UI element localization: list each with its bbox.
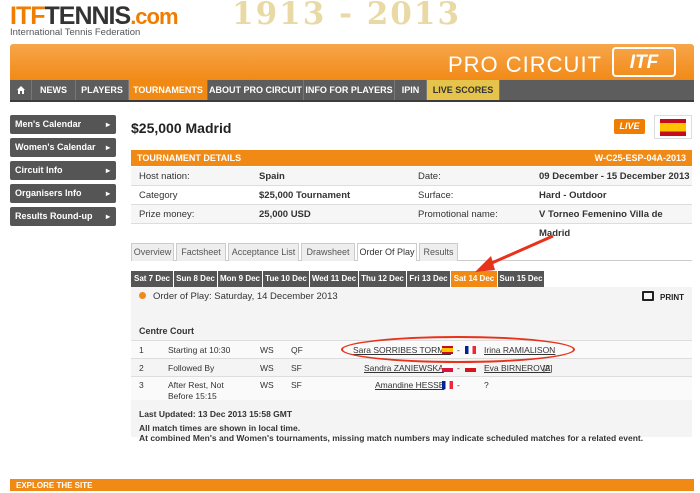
sidebar: Men's Calendar ▸ Women's Calendar ▸ Circui… [10,115,116,230]
nav-players[interactable]: PLAYERS [76,80,129,100]
tournament-tabs: Overview Factsheet Acceptance List Draws… [131,243,692,261]
chevron-right-icon: ▸ [105,120,110,129]
footnote: All match times are shown in local time.… [139,423,644,443]
day-tab[interactable]: Sat 7 Dec [131,271,173,287]
sidebar-item-results-round-up[interactable]: Results Round-up ▸ [10,207,116,226]
tab-drawsheet[interactable]: Drawsheet [301,243,355,261]
tab-results[interactable]: Results [419,243,458,261]
annotation-arrow-icon [475,234,554,272]
print-button[interactable]: PRINT [660,293,684,302]
nav-live-scores[interactable]: LIVE SCORES [427,80,500,100]
day-tab[interactable]: Fri 13 Dec [407,271,450,287]
france-flag-icon [442,381,453,389]
chevron-right-icon: ▸ [105,189,110,198]
nav-news[interactable]: NEWS [32,80,76,100]
itf-logo-badge[interactable]: ITF [612,47,676,77]
chevron-right-icon: ▸ [105,166,110,175]
tab-order-of-play[interactable]: Order Of Play [357,243,417,261]
sidebar-item-mens-calendar[interactable]: Men's Calendar ▸ [10,115,116,134]
anniversary-years: 1913 - 2013 [232,0,462,32]
live-button[interactable]: LIVE [614,119,645,134]
sidebar-item-circuit-info[interactable]: Circuit Info ▸ [10,161,116,180]
pro-circuit-banner: PRO CIRCUIT ITF [10,44,694,80]
chevron-right-icon: ▸ [105,143,110,152]
day-tab[interactable]: Sun 8 Dec [174,271,217,287]
last-updated: Last Updated: 13 Dec 2013 15:58 GMT [139,409,293,419]
page-title: $25,000 Madrid [131,120,232,136]
day-tab[interactable]: Wed 11 Dec [310,271,358,287]
sidebar-item-organisers-info[interactable]: Organisers Info ▸ [10,184,116,203]
spain-flag-icon [660,119,686,136]
details-row: Prize money: 25,000 USD Promotional name… [131,205,692,239]
home-icon[interactable] [10,80,32,100]
match-row: 3 After Rest, Not Before 15:15 WS SF Ama… [131,376,692,401]
nav-about-pro-circuit[interactable]: ABOUT PRO CIRCUIT [208,80,304,100]
day-tab[interactable]: Thu 12 Dec [359,271,406,287]
czech-flag-icon [465,364,476,372]
sidebar-item-womens-calendar[interactable]: Women's Calendar ▸ [10,138,116,157]
logo-subtitle: International Tennis Federation [10,27,141,38]
player-link[interactable]: Amandine HESSE [375,380,444,391]
site-header: ITFTENNIS.com International Tennis Feder… [0,0,700,44]
details-row: Category $25,000 Tournament Surface: Har… [131,186,692,205]
nav-info-for-players[interactable]: INFO FOR PLAYERS [304,80,395,100]
details-row: Host nation: Spain Date: 09 December - 1… [131,167,692,186]
printer-icon[interactable] [642,291,654,301]
banner-title: PRO CIRCUIT [448,52,602,77]
order-of-play-title: Order of Play: Saturday, 14 December 201… [153,291,338,302]
tournament-details-header: TOURNAMENT DETAILS W-C25-ESP-04A-2013 [131,150,692,166]
poland-flag-icon [442,364,453,372]
main-nav: NEWS PLAYERS TOURNAMENTS ABOUT PRO CIRCU… [10,80,694,102]
court-name: Centre Court [139,326,195,336]
chevron-right-icon: ▸ [105,212,110,221]
annotation-ellipse [341,336,575,363]
nav-ipin[interactable]: IPIN [395,80,427,100]
tab-factsheet[interactable]: Factsheet [176,243,226,261]
footer-bar[interactable]: EXPLORE THE SITE [10,479,694,491]
tournament-code: W-C25-ESP-04A-2013 [594,153,686,163]
tab-acceptance-list[interactable]: Acceptance List [228,243,299,261]
order-of-play-panel: Order of Play: Saturday, 14 December 201… [131,287,692,443]
day-selector: Sat 7 Dec Sun 8 Dec Mon 9 Dec Tue 10 Dec… [131,271,692,287]
tab-overview[interactable]: Overview [131,243,174,261]
bullet-icon [139,292,146,299]
nav-tournaments[interactable]: TOURNAMENTS [129,80,208,100]
day-tab[interactable]: Tue 10 Dec [263,271,309,287]
day-tab[interactable]: Mon 9 Dec [218,271,262,287]
